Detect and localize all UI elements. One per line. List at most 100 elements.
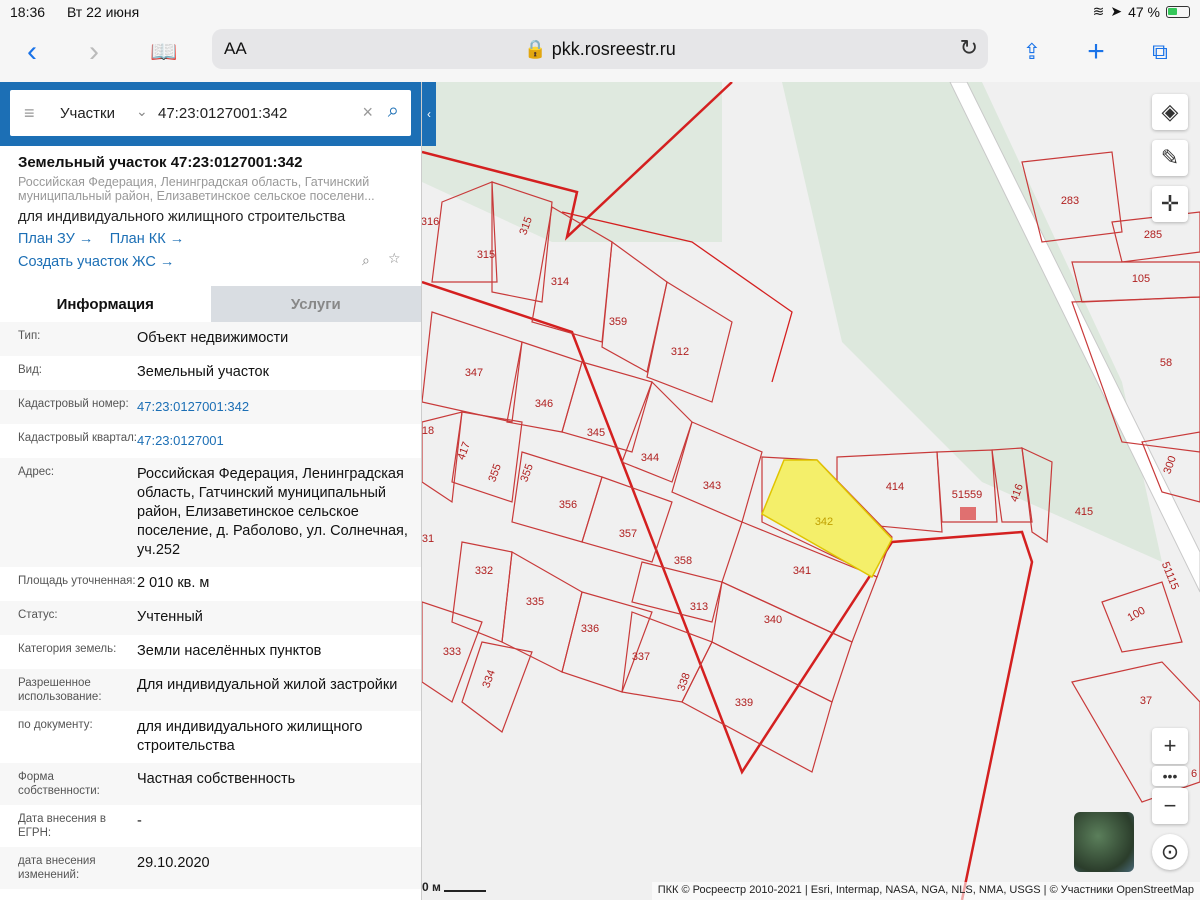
svg-text:338: 338 (675, 671, 693, 692)
info-label: Категория земель: (18, 643, 117, 655)
svg-text:316: 316 (422, 216, 439, 228)
info-label: Кадастровый номер: (18, 398, 129, 410)
new-tab-button[interactable]: + (1078, 34, 1114, 70)
info-row: Кадастровый номер: 47:23:0127001:342 (0, 390, 421, 424)
info-row: дата внесения изменений: 29.10.2020 (0, 847, 421, 889)
info-row: Статус: Учтенный (0, 601, 421, 635)
chevron-down-icon[interactable]: ⌄ (136, 103, 148, 120)
svg-text:355: 355 (486, 462, 504, 483)
ruler-icon[interactable]: ✎ (1152, 140, 1188, 176)
back-button[interactable]: ‹ (14, 34, 50, 70)
info-label: Адрес: (18, 466, 55, 478)
svg-text:334: 334 (480, 668, 498, 689)
svg-text:339: 339 (735, 697, 753, 709)
svg-text:340: 340 (764, 614, 782, 626)
svg-text:333: 333 (443, 646, 461, 658)
zoom-to-icon[interactable]: ⌕ (362, 252, 370, 269)
search-type-select[interactable]: Участки (60, 105, 115, 122)
address-bar[interactable]: AA 🔒 pkk.rosreestr.ru ↻ (212, 29, 988, 69)
location-icon: ➤ (1110, 3, 1123, 19)
svg-text:335: 335 (526, 596, 544, 608)
tabs-icon[interactable]: ⧉ (1142, 34, 1178, 70)
info-value: Для индивидуальной жилой застройки (137, 677, 398, 693)
tab-services[interactable]: Услуги (210, 286, 421, 322)
svg-text:356: 356 (559, 499, 577, 511)
tab-information[interactable]: Информация (0, 286, 211, 322)
info-row: по документу: для индивидуального жилищно… (0, 711, 421, 763)
compass-icon[interactable]: ⊙ (1152, 834, 1188, 870)
info-row: Форма собственности: Частная собственност… (0, 763, 421, 805)
lock-icon: 🔒 (524, 39, 552, 59)
search-input[interactable]: 47:23:0127001:342 (158, 105, 287, 122)
browser-toolbar: ‹ › 📖 AA 🔒 pkk.rosreestr.ru ↻ ⇪ + ⧉ (0, 24, 1200, 82)
svg-text:312: 312 (671, 346, 689, 358)
info-panel: ≡ Участки ⌄ 47:23:0127001:342 × ⌕ Земель… (0, 82, 422, 900)
url-text: pkk.rosreestr.ru (551, 39, 676, 59)
menu-icon[interactable]: ≡ (24, 103, 35, 124)
svg-text:342: 342 (815, 516, 833, 528)
svg-text:337: 337 (632, 651, 650, 663)
info-label: Форма собственности: (18, 771, 100, 797)
info-row: Тип: Объект недвижимости (0, 322, 421, 356)
clock: 18:36 (10, 4, 46, 20)
info-label: Статус: (18, 609, 58, 621)
search-box[interactable]: ≡ Участки ⌄ 47:23:0127001:342 × ⌕ (10, 90, 411, 136)
info-value: Российская Федерация, Ленинградская обла… (137, 466, 408, 558)
share-icon[interactable]: ⇪ (1014, 34, 1050, 70)
info-value: Частная собственность (137, 771, 296, 787)
map-attribution: ПКК © Росреестр 2010-2021 | Esri, Interm… (651, 882, 1200, 900)
search-icon[interactable]: ⌕ (388, 100, 399, 123)
info-label: Площадь уточненная: (18, 575, 136, 587)
plan-kk-link[interactable]: План КК → (110, 231, 184, 247)
svg-text:355: 355 (518, 462, 536, 483)
search-panel: ≡ Участки ⌄ 47:23:0127001:342 × ⌕ (0, 82, 421, 146)
scale-bar: 0 м (422, 880, 486, 894)
clear-icon[interactable]: × (362, 102, 373, 123)
svg-text:314: 314 (551, 276, 569, 288)
map-view[interactable]: 316 315 315 314 359 312 347 346 345 344 … (422, 82, 1200, 900)
svg-text:58: 58 (1160, 357, 1172, 369)
object-title: Земельный участок 47:23:0127001:342 (18, 154, 303, 171)
locate-icon[interactable]: ✛ (1152, 186, 1188, 222)
svg-text:100: 100 (1126, 605, 1148, 625)
plan-zu-link[interactable]: План ЗУ → (18, 231, 93, 247)
info-value[interactable]: 47:23:0127001 (137, 431, 421, 451)
svg-text:285: 285 (1144, 229, 1162, 241)
zoom-out-button[interactable]: − (1152, 788, 1188, 824)
info-value[interactable]: 47:23:0127001:342 (137, 397, 421, 417)
svg-text:357: 357 (619, 528, 637, 540)
svg-text:315: 315 (477, 249, 495, 261)
layers-icon[interactable]: ◈ (1152, 94, 1188, 130)
collapse-panel-button[interactable]: ‹ (422, 82, 436, 146)
reload-icon[interactable]: ↻ (960, 35, 978, 61)
basemap-thumbnail[interactable] (1074, 812, 1134, 872)
forward-button[interactable]: › (76, 34, 112, 70)
svg-text:415: 415 (1075, 506, 1093, 518)
cadastral-map[interactable]: 316 315 315 314 359 312 347 346 345 344 … (422, 82, 1200, 900)
svg-text:283: 283 (1061, 195, 1079, 207)
svg-text:344: 344 (641, 452, 659, 464)
zoom-in-button[interactable]: + (1152, 728, 1188, 764)
info-label: Дата внесения в ЕГРН: (18, 813, 106, 839)
svg-text:105: 105 (1132, 273, 1150, 285)
create-parcel-link[interactable]: Создать участок ЖС → (18, 254, 174, 270)
svg-text:31: 31 (422, 533, 434, 545)
svg-text:332: 332 (475, 565, 493, 577)
svg-text:346: 346 (535, 398, 553, 410)
bookmarks-icon[interactable]: 📖 (146, 34, 182, 70)
svg-text:347: 347 (465, 367, 483, 379)
svg-text:37: 37 (1140, 695, 1152, 707)
more-icon[interactable]: ••• (1152, 766, 1188, 786)
info-row: Дата внесения в ЕГРН: - (0, 805, 421, 847)
star-icon[interactable]: ☆ (388, 250, 401, 267)
info-row: Кадастровый квартал: 47:23:0127001 (0, 424, 421, 458)
wifi-icon: ≋ (1092, 3, 1105, 19)
info-label: Разрешенное использование: (18, 677, 102, 703)
svg-text:336: 336 (581, 623, 599, 635)
info-table: Тип: Объект недвижимости Вид: Земельный уча… (0, 322, 421, 889)
scale-label: 0 м (422, 880, 441, 894)
info-value: Земли населённых пунктов (137, 643, 322, 659)
svg-text:300: 300 (1161, 454, 1179, 475)
info-row: Площадь уточненная: 2 010 кв. м (0, 567, 421, 601)
info-value: 29.10.2020 (137, 855, 210, 871)
